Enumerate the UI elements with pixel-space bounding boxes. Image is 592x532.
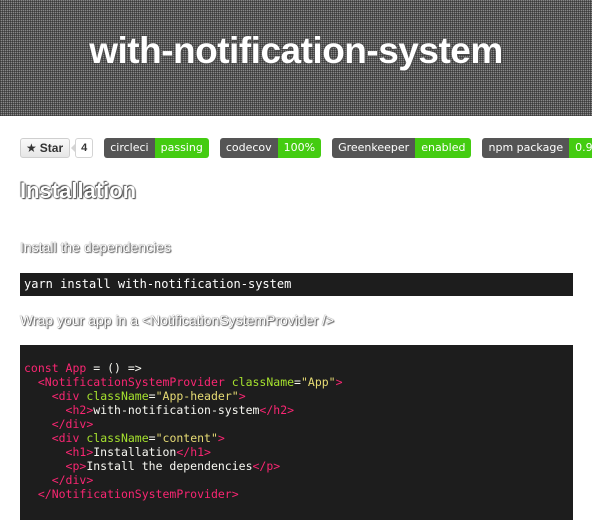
badge-label: Greenkeeper <box>332 138 416 158</box>
code-token: = <box>148 431 156 445</box>
code-token: </NotificationSystemProvider> <box>37 487 239 501</box>
code-token: "content" <box>155 431 218 445</box>
badge-codecov[interactable]: codecov 100% <box>219 138 322 158</box>
code-token: Installation <box>93 445 177 459</box>
code-token: = () => <box>86 361 142 375</box>
code-token: Install the dependencies <box>86 459 253 473</box>
badge-label: npm package <box>482 138 570 158</box>
star-button-label: Star <box>39 141 64 155</box>
badge-label: codecov <box>219 138 278 158</box>
usage-code-block: const App = () => <NotificationSystemPro… <box>20 345 573 520</box>
code-token: const <box>24 361 66 375</box>
code-token: <NotificationSystemProvider <box>37 375 225 389</box>
badge-greenkeeper[interactable]: Greenkeeper enabled <box>332 138 472 158</box>
code-line: </div> <box>24 417 573 431</box>
code-token: "App" <box>300 375 336 389</box>
github-star-button[interactable]: ★ Star <box>20 138 71 158</box>
code-line: const App = () => <box>24 361 573 375</box>
badge-npm-package[interactable]: npm package 0.9.2 <box>482 138 592 158</box>
code-token: = <box>294 375 301 389</box>
code-line: </div> <box>24 473 573 487</box>
code-token: </div> <box>51 473 94 487</box>
code-line: <NotificationSystemProvider className="A… <box>24 375 573 389</box>
star-icon: ★ <box>26 141 37 155</box>
code-token: </h2> <box>259 403 295 417</box>
readme-page: with-notification-system ★ Star 4 circle… <box>0 0 592 532</box>
code-token: </p> <box>252 459 281 473</box>
code-token: className <box>86 431 149 445</box>
install-command-code: yarn install with-notification-system <box>20 273 573 296</box>
code-token: > <box>238 389 246 403</box>
code-line: <div className="App-header"> <box>24 389 573 403</box>
code-token: "App-header" <box>155 389 239 403</box>
code-line: <h2>with-notification-system</h2> <box>24 403 573 417</box>
star-count[interactable]: 4 <box>71 138 94 158</box>
install-dependencies-text: Install the dependencies <box>20 239 171 255</box>
code-token: App <box>65 361 87 375</box>
code-token: = <box>148 389 156 403</box>
code-token: <h2> <box>65 403 94 417</box>
code-line: <div className="content"> <box>24 431 573 445</box>
code-token: <div <box>51 389 80 403</box>
code-token: <p> <box>65 459 87 473</box>
banner-title: with-notification-system <box>89 30 503 71</box>
badge-label: circleci <box>104 138 155 158</box>
code-token: className <box>231 375 295 389</box>
badge-value: enabled <box>415 138 472 158</box>
code-token: > <box>335 375 343 389</box>
badge-circleci[interactable]: circleci passing <box>104 138 209 158</box>
badge-row: ★ Star 4 circleci passing codecov 100% G… <box>20 137 592 159</box>
code-line: <p>Install the dependencies</p> <box>24 459 573 473</box>
code-token: </h1> <box>176 445 211 459</box>
code-line: </NotificationSystemProvider> <box>24 487 573 501</box>
code-token: <h1> <box>65 445 94 459</box>
badge-value: passing <box>154 138 209 158</box>
code-token: className <box>86 389 149 403</box>
code-token: > <box>217 431 225 445</box>
code-token: with-notification-system <box>93 403 260 417</box>
wrap-app-text: Wrap your app in a <NotificationSystemPr… <box>20 312 335 328</box>
badge-value: 0.9.2 <box>569 138 592 158</box>
code-line: <h1>Installation</h1> <box>24 445 573 459</box>
header-banner: with-notification-system <box>0 0 592 116</box>
code-token: </div> <box>51 417 94 431</box>
badge-value: 100% <box>277 138 322 158</box>
code-token: <div <box>51 431 80 445</box>
installation-heading: Installation <box>20 178 137 203</box>
